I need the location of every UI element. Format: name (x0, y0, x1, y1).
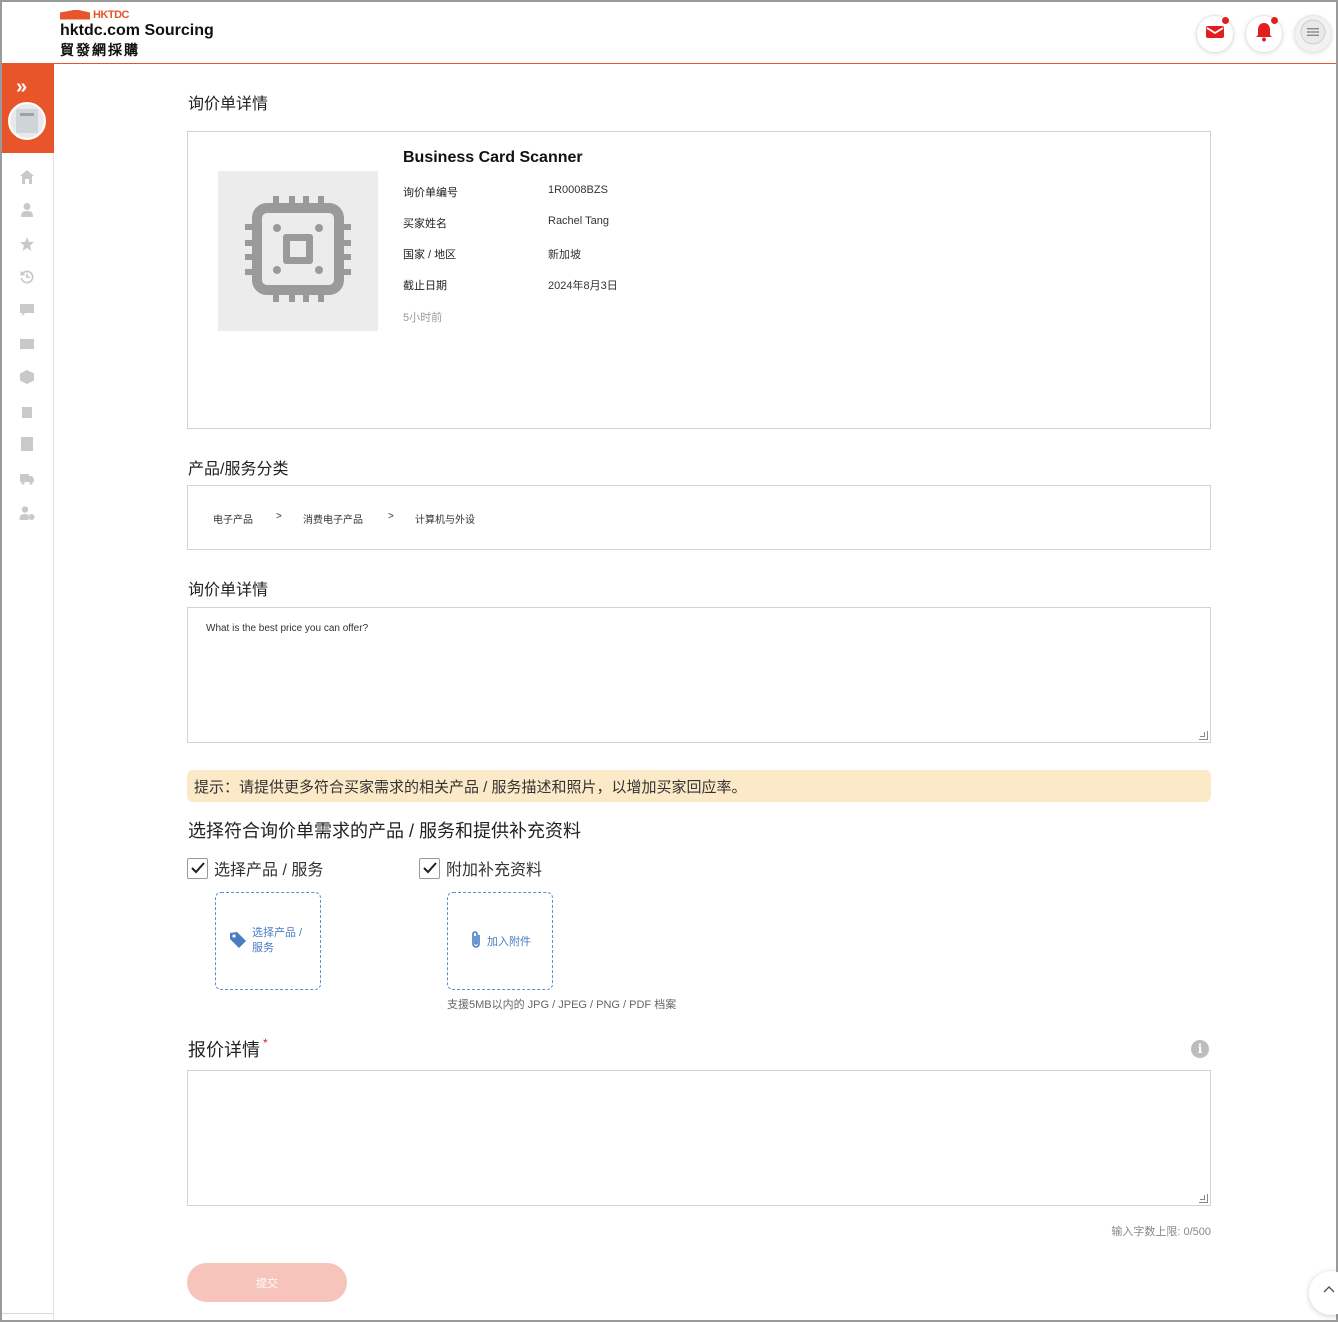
category-level-3: 计算机与外设 (415, 515, 475, 526)
sidebar-divider (2, 1313, 54, 1314)
history-icon[interactable] (18, 268, 36, 286)
category-breadcrumb: 电子产品 > 消费电子产品 > 计算机与外设 (187, 485, 1211, 550)
select-section-title: 选择符合询价单需求的产品 / 服务和提供补充资料 (188, 821, 582, 841)
breadcrumb-separator: > (276, 511, 282, 522)
site-logo[interactable]: HKTDC hktdc.com Sourcing 貿發網採購 (60, 8, 214, 60)
checkmark-icon (190, 862, 205, 874)
select-products-button-label: 选择产品 / 服务 (252, 927, 303, 954)
quote-title: 报价详情 * (188, 1036, 268, 1062)
hamburger-icon (1300, 19, 1326, 50)
product-image (218, 171, 378, 331)
resize-handle[interactable] (1199, 1194, 1208, 1203)
category-section-title: 产品/服务分类 (188, 461, 289, 478)
user-settings-icon[interactable] (18, 504, 36, 522)
select-products-button[interactable]: 选择产品 / 服务 (215, 892, 321, 990)
enquiry-details-textarea: What is the best price you can offer? (187, 607, 1211, 743)
category-level-2: 消费电子产品 (303, 515, 363, 526)
category-level-1: 电子产品 (213, 515, 253, 526)
checkmark-icon (422, 862, 437, 874)
logo-mark-text: HKTDC (93, 8, 130, 21)
attachments-checkbox-row[interactable]: 附加补充资料 (419, 856, 542, 880)
left-sidebar: » (2, 64, 54, 1320)
avatar-detail (20, 113, 34, 116)
enquiry-number-label: 询价单编号 (403, 187, 458, 199)
deadline-label: 截止日期 (403, 280, 447, 292)
quote-title-text: 报价详情 (188, 1040, 260, 1060)
bag-icon[interactable] (18, 402, 36, 420)
add-attachment-label: 加入附件 (487, 936, 531, 948)
double-chevron-right-icon[interactable]: » (16, 77, 27, 97)
chip-placeholder-icon (243, 194, 353, 309)
notifications-button[interactable] (1245, 15, 1283, 53)
tag-icon (228, 930, 248, 953)
enquiry-number-value: 1R0008BZS (548, 184, 608, 196)
bell-notification-dot (1271, 17, 1278, 24)
enquiry-section-title: 询价单详情 (188, 96, 269, 113)
brand-title: hktdc.com Sourcing (60, 22, 214, 39)
mail-notification-dot (1222, 17, 1229, 24)
tip-banner: 提示：请提供更多符合买家需求的相关产品 / 服务描述和照片，以增加买家回应率。 (187, 770, 1211, 802)
sidebar-header: » (2, 64, 54, 153)
breadcrumb-separator: > (388, 511, 394, 522)
message-icon[interactable] (18, 301, 36, 319)
select-products-checkbox[interactable] (187, 857, 208, 879)
home-icon[interactable] (18, 168, 36, 186)
attachments-checkbox[interactable] (419, 857, 440, 879)
buyer-name-label: 买家姓名 (403, 218, 447, 230)
character-counter: 输入字数上限: 0/500 (1111, 1226, 1211, 1238)
resize-handle[interactable] (1199, 731, 1208, 740)
country-label: 国家 / 地区 (403, 249, 457, 261)
box-icon[interactable] (18, 368, 36, 386)
attachments-label: 附加补充资料 (446, 862, 543, 879)
avatar[interactable] (8, 102, 46, 140)
enquiry-details-text: What is the best price you can offer? (206, 623, 369, 634)
mail-button[interactable] (1196, 15, 1234, 53)
deadline-value: 2024年8月3日 (548, 280, 618, 292)
buyer-name-value: Rachel Tang (548, 215, 609, 227)
info-icon[interactable]: i (1191, 1040, 1209, 1058)
truck-icon[interactable] (18, 469, 36, 487)
user-icon[interactable] (18, 201, 36, 219)
bell-icon (1255, 22, 1273, 47)
star-icon[interactable] (18, 235, 36, 253)
chevron-up-icon (1323, 1281, 1335, 1296)
time-ago: 5小时前 (403, 312, 443, 324)
hktdc-logo-mark: HKTDC (60, 8, 214, 21)
paperclip-icon (469, 930, 483, 953)
mail-icon (1205, 24, 1225, 45)
required-mark: * (263, 1036, 268, 1050)
list-document-icon[interactable] (18, 435, 36, 453)
brand-subtitle: 貿發網採購 (60, 42, 140, 58)
select-products-checkbox-row[interactable]: 选择产品 / 服务 (187, 856, 323, 880)
add-attachment-button[interactable]: 加入附件 (447, 892, 553, 990)
top-header: HKTDC hktdc.com Sourcing 貿發網採購 (2, 2, 1336, 64)
enquiry-details-title: 询价单详情 (188, 582, 269, 599)
browser-window-icon[interactable] (18, 335, 36, 353)
enquiry-card: Business Card Scanner 询价单编号 1R0008BZS 买家… (187, 131, 1211, 429)
hktdc-flag-icon (60, 9, 90, 20)
product-name: Business Card Scanner (403, 149, 583, 166)
select-products-label: 选择产品 / 服务 (214, 862, 324, 879)
submit-button[interactable]: 提交 (187, 1263, 347, 1302)
attachment-hint: 支援5MB以内的 JPG / JPEG / PNG / PDF 档案 (447, 999, 677, 1011)
country-value: 新加坡 (548, 249, 581, 261)
menu-button[interactable] (1294, 15, 1332, 53)
quote-textarea[interactable] (187, 1070, 1211, 1206)
